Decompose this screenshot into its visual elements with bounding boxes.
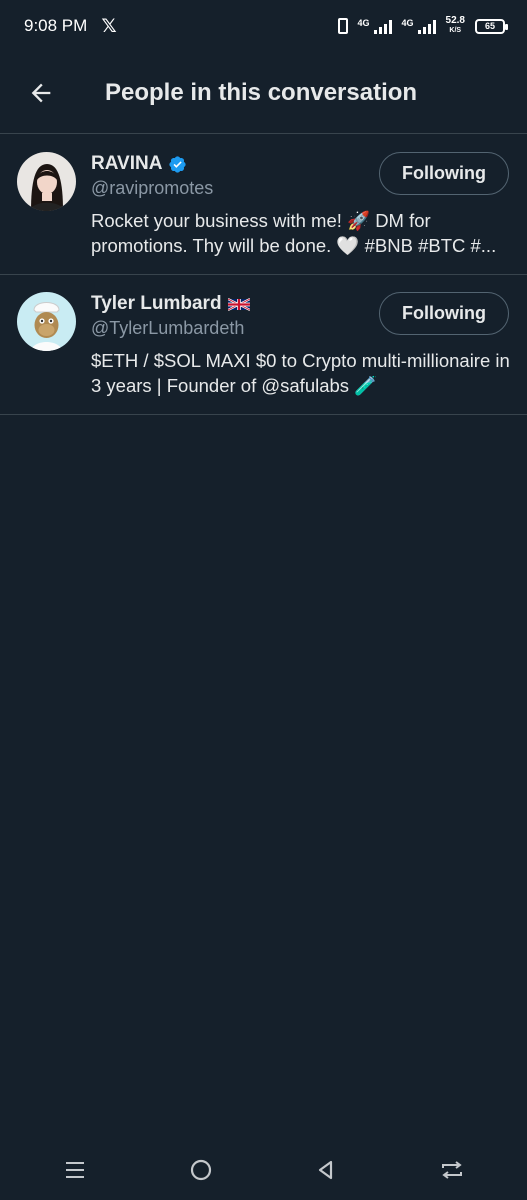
back-button[interactable] [17,69,65,117]
menu-icon [65,1162,84,1178]
battery-level: 65 [484,21,495,31]
home-button[interactable] [176,1145,226,1195]
speed-unit: K/S [449,27,462,34]
network-label-2: 4G [401,18,414,28]
avatar[interactable] [17,292,76,351]
user-bio: Rocket your business with me! 🚀 DM for p… [91,210,497,256]
arrow-left-icon [31,83,51,102]
switch-apps-icon [442,1161,463,1179]
home-circle-icon [190,1159,211,1181]
status-bar: 9:08 PM 𝕏 4G 4G 52.8 K/S 65 [0,0,527,52]
status-right: 4G 4G 52.8 K/S 65 [337,16,508,36]
back-triangle-icon [319,1160,333,1180]
verified-badge-icon [169,155,187,173]
avatar[interactable] [17,152,76,211]
person-row[interactable]: RAVINA @ravipromotes Rocket your busines… [0,135,527,275]
status-time: 9:08 PM [24,16,88,35]
user-bio: $ETH / $SOL MAXI $0 to Crypto multi-mill… [91,350,510,396]
vibrate-icon [337,18,348,34]
switch-apps-button[interactable] [427,1145,477,1195]
uk-flag-icon [227,297,250,311]
page-header: People in this conversation [0,52,527,134]
speed-value: 52.8 [445,15,465,26]
page-title: People in this conversation [105,78,418,106]
avatar-image-tyler [17,292,76,351]
network-label-1: 4G [357,18,370,28]
recents-button[interactable] [50,1145,100,1195]
display-name[interactable]: RAVINA [91,153,162,175]
people-list: RAVINA @ravipromotes Rocket your busines… [0,135,527,415]
display-name[interactable]: Tyler Lumbard [91,293,222,315]
status-left: 9:08 PM 𝕏 [24,15,117,38]
battery-icon: 65 [475,18,508,34]
x-logo-icon: 𝕏 [101,15,117,37]
following-button[interactable]: Following [379,292,509,335]
avatar-image-ravina [17,152,76,211]
signal-icon-2: 4G [402,18,436,34]
back-nav-button[interactable] [301,1145,351,1195]
following-button[interactable]: Following [379,152,509,195]
network-speed: 52.8 K/S [446,16,465,36]
system-nav-bar [0,1140,527,1200]
person-row[interactable]: Tyler Lumbard @TylerLumbardeth $ETH / $S… [0,275,527,415]
signal-icon-1: 4G [358,18,392,34]
